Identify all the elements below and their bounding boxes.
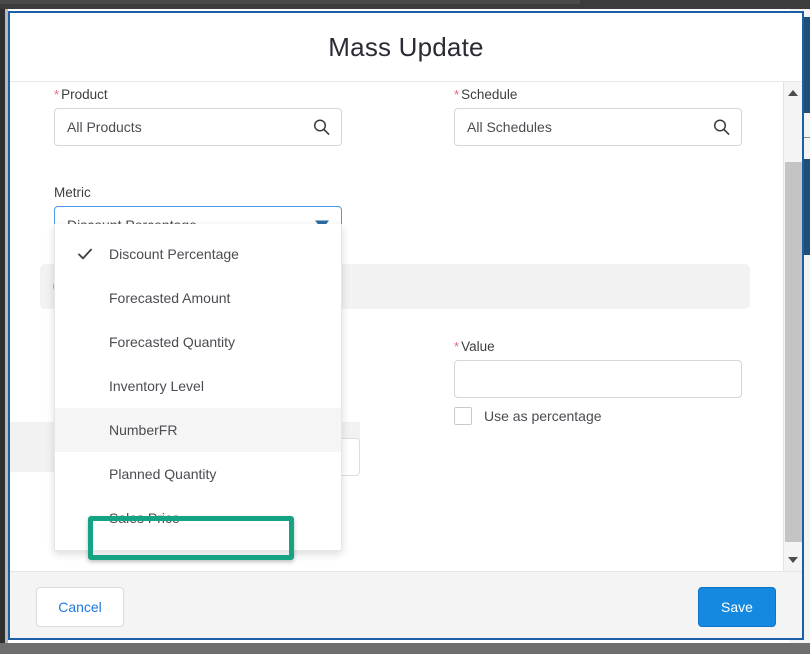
product-input[interactable]: All Products <box>54 107 342 146</box>
product-field-group: * Product All Products <box>54 88 342 146</box>
metric-option-planned-quantity[interactable]: Planned Quantity <box>55 452 341 496</box>
metric-option-sales-price[interactable]: Sales Price <box>55 496 341 540</box>
value-field-group: * Value Use as percentage <box>454 340 742 425</box>
required-asterisk: * <box>454 339 460 354</box>
scroll-down-arrow-icon[interactable] <box>788 557 798 563</box>
screen: a c a T Mass Update ⓘ *Product All Produ… <box>0 0 810 654</box>
schedule-input[interactable]: All Schedules <box>454 107 742 146</box>
save-button[interactable]: Save <box>698 587 776 627</box>
browser-bottom-chrome <box>0 643 810 654</box>
search-icon[interactable] <box>713 118 730 135</box>
metric-option-numberfr[interactable]: NumberFR <box>55 408 341 452</box>
schedule-label-text: Schedule <box>461 87 518 102</box>
value-input[interactable] <box>454 359 742 398</box>
metric-dropdown-list[interactable]: Discount Percentage Forecasted Amount Fore… <box>54 224 342 551</box>
metric-option-inventory-level[interactable]: Inventory Level <box>55 364 341 408</box>
use-as-percentage-label: Use as percentage <box>484 407 602 424</box>
modal-scrollbar[interactable] <box>783 82 802 571</box>
search-icon[interactable] <box>313 118 330 135</box>
metric-option-label: Discount Percentage <box>109 246 239 262</box>
required-asterisk: * <box>454 87 460 102</box>
use-as-percentage-row[interactable]: Use as percentage <box>454 406 742 425</box>
scroll-up-arrow-icon[interactable] <box>788 90 798 96</box>
metric-option-label: Forecasted Amount <box>109 290 231 306</box>
product-input-value: All Products <box>67 118 142 135</box>
schedule-label: * Schedule <box>454 88 742 102</box>
required-asterisk: * <box>54 87 60 102</box>
metric-option-label: Inventory Level <box>109 378 204 394</box>
browser-top-chrome-highlight <box>0 0 580 4</box>
metric-option-label: Planned Quantity <box>109 466 217 482</box>
product-label-text: Product <box>61 87 108 102</box>
value-label: * Value <box>454 340 742 354</box>
metric-option-forecasted-quantity[interactable]: Forecasted Quantity <box>55 320 341 364</box>
check-icon <box>77 246 93 262</box>
scrollbar-thumb[interactable] <box>785 162 802 542</box>
metric-option-label: Sales Price <box>109 510 180 526</box>
metric-option-label: NumberFR <box>109 422 178 438</box>
schedule-input-value: All Schedules <box>467 118 552 135</box>
schedule-field-group: * Schedule All Schedules <box>454 88 742 146</box>
metric-option-discount-percentage[interactable]: Discount Percentage <box>55 232 341 276</box>
use-as-percentage-checkbox[interactable] <box>454 406 472 425</box>
metric-option-label: Forecasted Quantity <box>109 334 236 350</box>
modal-body: ⓘ *Product All Products *Schedule <box>10 82 802 571</box>
metric-option-forecasted-amount[interactable]: Forecasted Amount <box>55 276 341 320</box>
page-title: Mass Update <box>328 31 484 62</box>
modal-header: Mass Update <box>10 13 802 82</box>
mass-update-modal: Mass Update ⓘ *Product All Products <box>8 11 804 640</box>
cancel-button[interactable]: Cancel <box>36 587 124 627</box>
value-label-text: Value <box>461 339 495 354</box>
metric-label: Metric <box>54 185 91 200</box>
modal-footer: Cancel Save <box>10 571 802 638</box>
product-label: * Product <box>54 88 342 102</box>
